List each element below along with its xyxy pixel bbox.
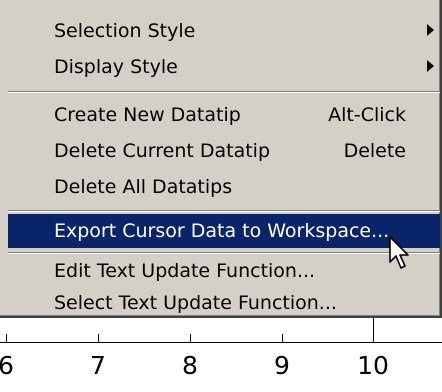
x-axis-tick <box>282 334 283 342</box>
menu-item-delete-current-datatip[interactable]: Delete Current Datatip Delete <box>8 134 440 167</box>
menu-item-create-new-datatip[interactable]: Create New Datatip Alt-Click <box>8 98 440 131</box>
chevron-right-icon <box>427 24 434 36</box>
x-axis-line <box>0 342 442 343</box>
x-axis-tick-label: 6 <box>0 351 14 380</box>
menu-item-label: Delete All Datatips <box>54 175 233 198</box>
menu-item-label: Create New Datatip <box>54 103 241 126</box>
x-axis-tick-label: 9 <box>274 351 290 380</box>
menu-item-select-text-update-function[interactable]: Select Text Update Function... <box>8 286 440 319</box>
menu-item-selection-style[interactable]: Selection Style <box>8 14 440 47</box>
context-menu: Selection Style Display Style Create New… <box>0 0 442 318</box>
menu-item-shortcut: Alt-Click <box>328 103 406 126</box>
x-axis-tick-label: 10 <box>357 351 389 380</box>
menu-item-label: Edit Text Update Function... <box>54 259 316 282</box>
menu-item-label: Display Style <box>54 55 178 78</box>
x-axis-tick <box>190 334 191 342</box>
menu-item-label: Select Text Update Function... <box>54 291 337 314</box>
menu-separator <box>8 210 440 212</box>
x-axis-tick-label: 7 <box>90 351 106 380</box>
x-axis-tick <box>98 334 99 342</box>
menu-item-label: Export Cursor Data to Workspace... <box>54 220 390 242</box>
x-axis-tick-label: 8 <box>182 351 198 380</box>
chevron-right-icon <box>427 60 434 72</box>
menu-item-display-style[interactable]: Display Style <box>8 50 440 83</box>
menu-item-export-cursor-data[interactable]: Export Cursor Data to Workspace... <box>8 214 440 248</box>
menu-separator <box>8 91 440 93</box>
x-axis-tick <box>6 334 7 342</box>
menu-item-edit-text-update-function[interactable]: Edit Text Update Function... <box>8 254 440 287</box>
menu-item-label: Selection Style <box>54 19 196 42</box>
menu-item-delete-all-datatips[interactable]: Delete All Datatips <box>8 170 440 203</box>
menu-item-label: Delete Current Datatip <box>54 139 271 162</box>
x-axis-tick <box>373 334 374 342</box>
mouse-pointer-icon <box>389 236 409 269</box>
menu-item-shortcut: Delete <box>343 139 406 162</box>
